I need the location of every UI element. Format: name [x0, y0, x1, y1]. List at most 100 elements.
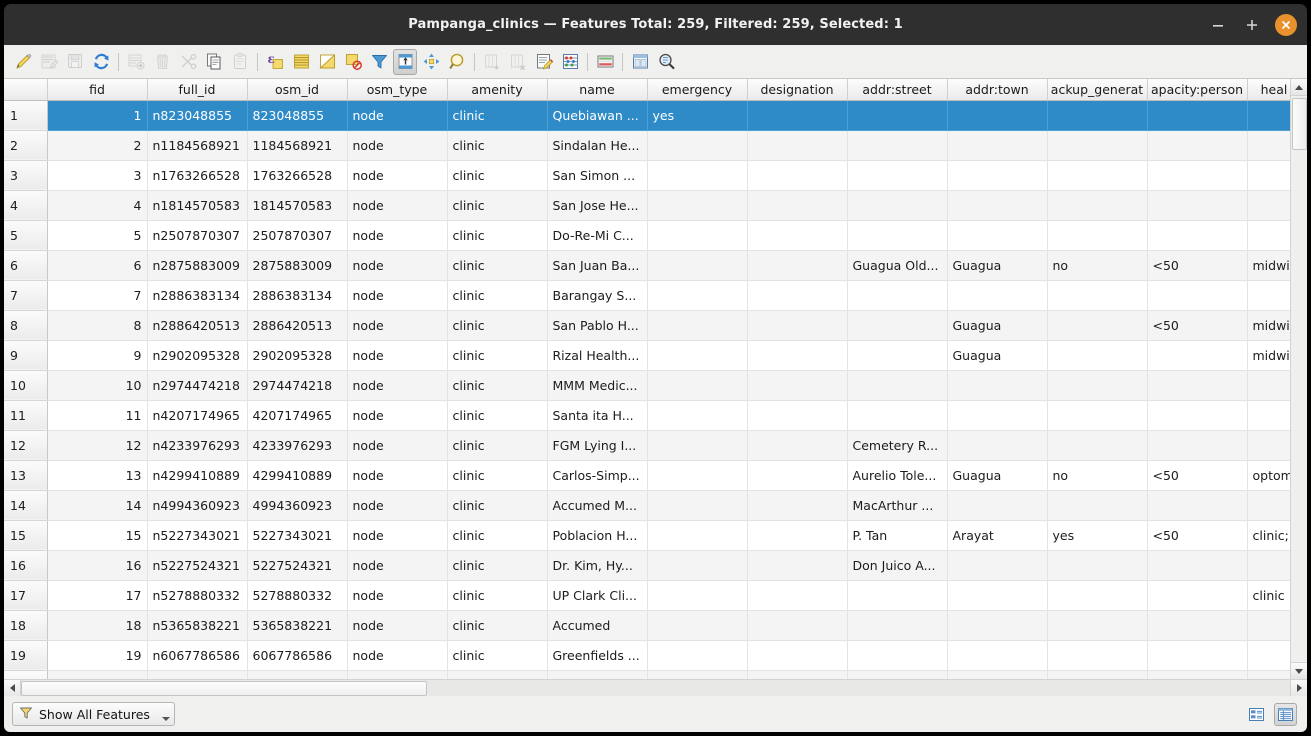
column-header-name[interactable]: name [547, 79, 647, 100]
cell-emergency[interactable] [647, 400, 747, 430]
cell-addr_street[interactable] [847, 130, 947, 160]
row-header[interactable]: 7 [4, 280, 47, 310]
column-header-emergency[interactable]: emergency [647, 79, 747, 100]
filter-selection-icon[interactable] [367, 49, 391, 75]
table-row[interactable]: 1414n49943609234994360923nodeclinicAccum… [4, 490, 1301, 520]
cell-backup_generator[interactable] [1047, 160, 1147, 190]
cell-name[interactable]: Rizal Health... [547, 340, 647, 370]
cell-fid[interactable]: 18 [47, 610, 147, 640]
cell-capacity_persons[interactable] [1147, 400, 1247, 430]
cell-addr_street[interactable]: MacArthur [847, 670, 947, 679]
cell-addr_town[interactable] [947, 190, 1047, 220]
delete-field-icon[interactable] [506, 49, 530, 75]
cell-osm_id[interactable]: 2886420513 [247, 310, 347, 340]
row-header[interactable]: 5 [4, 220, 47, 250]
cell-amenity[interactable]: clinic [447, 190, 547, 220]
cell-name[interactable]: Accumed M... [547, 490, 647, 520]
table-row[interactable]: 1111n42071749654207174965nodeclinicSanta… [4, 400, 1301, 430]
cell-addr_street[interactable] [847, 640, 947, 670]
cell-emergency[interactable] [647, 580, 747, 610]
cell-amenity[interactable]: clinic [447, 460, 547, 490]
table-row[interactable]: 2020n61227524056122752405nodeclinicBleed… [4, 670, 1301, 679]
cell-full_id[interactable]: n4299410889 [147, 460, 247, 490]
cell-capacity_persons[interactable] [1147, 280, 1247, 310]
cell-backup_generator[interactable]: yes [1047, 520, 1147, 550]
cell-name[interactable]: UP Clark Cli... [547, 580, 647, 610]
cell-addr_street[interactable] [847, 220, 947, 250]
cell-osm_type[interactable]: node [347, 100, 447, 130]
row-header[interactable]: 8 [4, 310, 47, 340]
table-row[interactable]: 66n28758830092875883009nodeclinicSan Jua… [4, 250, 1301, 280]
cell-designation[interactable] [747, 100, 847, 130]
row-header[interactable]: 20 [4, 670, 47, 679]
cell-amenity[interactable]: clinic [447, 490, 547, 520]
cell-backup_generator[interactable] [1047, 190, 1147, 220]
cell-addr_town[interactable] [947, 670, 1047, 679]
cell-addr_town[interactable] [947, 100, 1047, 130]
cell-backup_generator[interactable] [1047, 310, 1147, 340]
table-row[interactable]: 33n17632665281763266528nodeclinicSan Sim… [4, 160, 1301, 190]
cell-backup_generator[interactable] [1047, 100, 1147, 130]
cell-addr_street[interactable] [847, 340, 947, 370]
column-header-addr_street[interactable]: addr:street [847, 79, 947, 100]
cell-emergency[interactable] [647, 280, 747, 310]
cell-addr_town[interactable] [947, 160, 1047, 190]
cell-full_id[interactable]: n2875883009 [147, 250, 247, 280]
cell-backup_generator[interactable] [1047, 490, 1147, 520]
cell-addr_street[interactable]: MacArthur ... [847, 490, 947, 520]
add-feature-icon[interactable] [124, 49, 148, 75]
row-header[interactable]: 4 [4, 190, 47, 220]
zoom-to-selected-icon[interactable] [445, 49, 469, 75]
cell-addr_street[interactable]: Cemetery R... [847, 430, 947, 460]
cell-osm_type[interactable]: node [347, 640, 447, 670]
cell-addr_town[interactable] [947, 580, 1047, 610]
cell-addr_town[interactable] [947, 610, 1047, 640]
cell-full_id[interactable]: n823048855 [147, 100, 247, 130]
cell-emergency[interactable] [647, 520, 747, 550]
cell-capacity_persons[interactable] [1147, 580, 1247, 610]
cut-features-icon[interactable] [176, 49, 200, 75]
cell-osm_id[interactable]: 5227343021 [247, 520, 347, 550]
minimize-button[interactable] [1207, 14, 1229, 36]
cell-name[interactable]: Greenfields ... [547, 640, 647, 670]
cell-osm_id[interactable]: 5365838221 [247, 610, 347, 640]
cell-designation[interactable] [747, 310, 847, 340]
cell-amenity[interactable]: clinic [447, 130, 547, 160]
cell-capacity_persons[interactable]: <50 [1147, 310, 1247, 340]
actions-icon[interactable] [628, 49, 652, 75]
cell-backup_generator[interactable]: no [1047, 460, 1147, 490]
cell-osm_id[interactable]: 1814570583 [247, 190, 347, 220]
cell-designation[interactable] [747, 670, 847, 679]
cell-addr_town[interactable]: Guagua [947, 460, 1047, 490]
cell-fid[interactable]: 14 [47, 490, 147, 520]
cell-osm_id[interactable]: 823048855 [247, 100, 347, 130]
cell-capacity_persons[interactable]: <50 [1147, 460, 1247, 490]
close-button[interactable] [1275, 14, 1297, 36]
paste-features-icon[interactable] [228, 49, 252, 75]
cell-addr_town[interactable]: Arayat [947, 520, 1047, 550]
cell-amenity[interactable]: clinic [447, 100, 547, 130]
cell-osm_id[interactable]: 5227524321 [247, 550, 347, 580]
cell-name[interactable]: Do-Re-Mi C... [547, 220, 647, 250]
vertical-scrollbar[interactable] [1290, 79, 1307, 679]
cell-amenity[interactable]: clinic [447, 280, 547, 310]
cell-addr_street[interactable] [847, 310, 947, 340]
cell-osm_id[interactable]: 6067786586 [247, 640, 347, 670]
row-header[interactable]: 2 [4, 130, 47, 160]
cell-name[interactable]: Santa ita H... [547, 400, 647, 430]
cell-osm_type[interactable]: node [347, 130, 447, 160]
cell-fid[interactable]: 11 [47, 400, 147, 430]
cell-designation[interactable] [747, 430, 847, 460]
cell-fid[interactable]: 15 [47, 520, 147, 550]
cell-addr_street[interactable] [847, 160, 947, 190]
table-row[interactable]: 1212n42339762934233976293nodeclinicFGM L… [4, 430, 1301, 460]
maximize-button[interactable] [1241, 14, 1263, 36]
cell-capacity_persons[interactable] [1147, 130, 1247, 160]
cell-fid[interactable]: 17 [47, 580, 147, 610]
vertical-scroll-track[interactable] [1291, 96, 1308, 662]
row-header[interactable]: 10 [4, 370, 47, 400]
scroll-left-button[interactable] [4, 680, 21, 697]
cell-osm_type[interactable]: node [347, 580, 447, 610]
table-row[interactable]: 44n18145705831814570583nodeclinicSan Jos… [4, 190, 1301, 220]
vertical-scroll-thumb[interactable] [1292, 98, 1307, 150]
